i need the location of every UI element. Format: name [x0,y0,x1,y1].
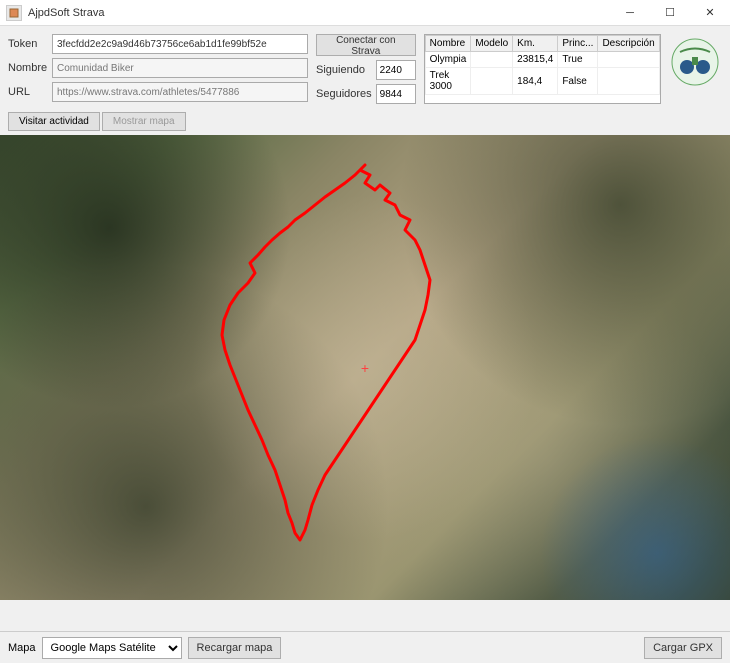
mapa-label: Mapa [8,642,36,654]
window-titlebar: AjpdSoft Strava ─ ☐ ✕ [0,0,730,26]
maximize-button[interactable]: ☐ [650,0,690,26]
col-modelo[interactable]: Modelo [471,36,513,52]
seguidores-value [376,84,416,104]
col-descripcion[interactable]: Descripción [598,36,659,52]
table-row[interactable]: Trek 3000 184,4 False [425,68,659,95]
col-km[interactable]: Km. [513,36,558,52]
window-title: AjpdSoft Strava [28,7,610,19]
siguiendo-label: Siguiendo [316,64,372,76]
tab-visitar-actividad[interactable]: Visitar actividad [8,112,100,131]
table-row[interactable]: Olympia 23815,4 True [425,52,659,68]
siguiendo-value [376,60,416,80]
app-icon [6,5,22,21]
nombre-label: Nombre [8,62,48,74]
bottom-toolbar: Mapa Google Maps Satélite Recargar mapa … [0,631,730,663]
cargar-gpx-button[interactable]: Cargar GPX [644,637,722,659]
map-view[interactable]: + [0,135,730,600]
bikes-grid[interactable]: Nombre Modelo Km. Princ... Descripción O… [424,34,661,104]
tabs-row: Visitar actividad Mostrar mapa [0,112,730,135]
top-panel: Token Nombre URL Conectar con Strava Sig… [0,26,730,112]
col-nombre[interactable]: Nombre [425,36,471,52]
url-label: URL [8,86,48,98]
connect-strava-button[interactable]: Conectar con Strava [316,34,416,56]
col-princ[interactable]: Princ... [558,36,598,52]
minimize-button[interactable]: ─ [610,0,650,26]
recargar-mapa-button[interactable]: Recargar mapa [188,637,282,659]
token-label: Token [8,38,48,50]
map-center-crosshair-icon: + [361,360,369,376]
url-input[interactable] [52,82,308,102]
token-input[interactable] [52,34,308,54]
tab-mostrar-mapa[interactable]: Mostrar mapa [102,112,186,131]
nombre-input[interactable] [52,58,308,78]
app-logo [669,34,722,89]
seguidores-label: Seguidores [316,88,372,100]
map-type-select[interactable]: Google Maps Satélite [42,637,182,659]
close-button[interactable]: ✕ [690,0,730,26]
